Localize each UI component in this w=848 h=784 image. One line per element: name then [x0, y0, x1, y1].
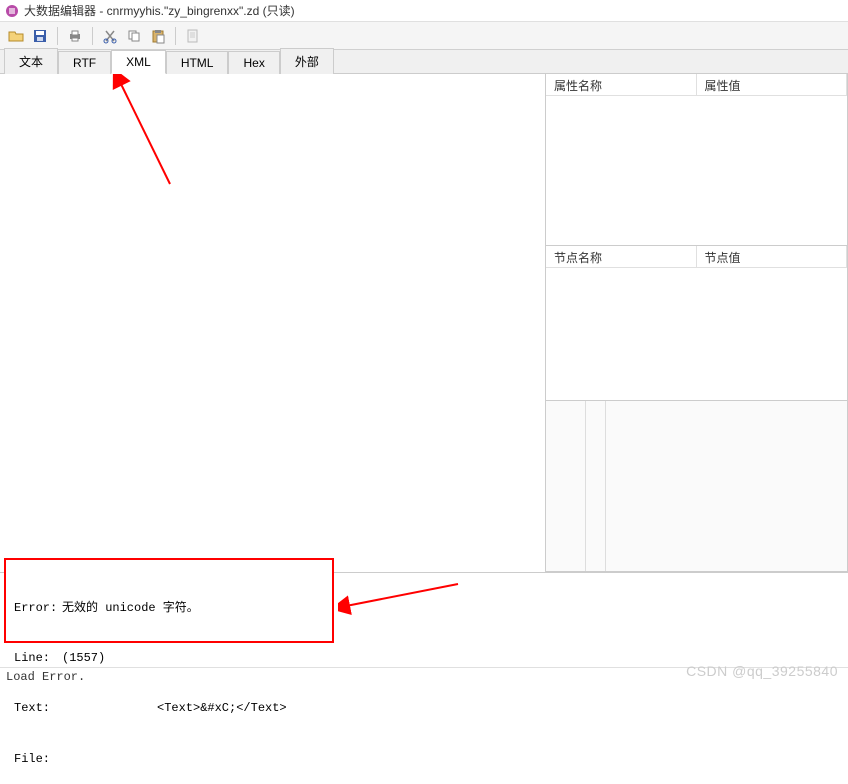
tab-hex[interactable]: Hex — [228, 51, 279, 74]
status-text: Load Error. — [6, 670, 85, 684]
attributes-panel: 属性名称 属性值 — [546, 74, 847, 246]
window-title: 大数据编辑器 - cnrmyyhis."zy_bingrenxx".zd (只读… — [24, 2, 295, 19]
extra-panel — [546, 401, 847, 572]
right-panel: 属性名称 属性值 节点名称 节点值 — [546, 74, 848, 572]
print-button[interactable] — [65, 26, 85, 46]
paste-button[interactable] — [148, 26, 168, 46]
toolbar-separator — [92, 27, 93, 45]
error-line-value: (1557) — [62, 650, 105, 667]
open-button[interactable] — [6, 26, 26, 46]
error-message: 无效的 unicode 字符。 — [62, 600, 199, 617]
toolbar-separator — [57, 27, 58, 45]
error-label: Error: — [14, 600, 62, 617]
nodes-col-name[interactable]: 节点名称 — [546, 246, 697, 267]
attributes-col-name[interactable]: 属性名称 — [546, 74, 697, 95]
watermark: CSDN @qq_39255840 — [686, 663, 838, 679]
app-icon — [4, 3, 20, 19]
error-text-label: Text: — [14, 700, 62, 717]
toolbar — [0, 22, 848, 50]
tab-text[interactable]: 文本 — [4, 48, 58, 74]
tab-xml[interactable]: XML — [111, 50, 166, 74]
attributes-header: 属性名称 属性值 — [546, 74, 847, 96]
nodes-panel: 节点名称 节点值 — [546, 246, 847, 401]
save-button[interactable] — [30, 26, 50, 46]
tab-html[interactable]: HTML — [166, 51, 229, 74]
extra-slot — [546, 401, 586, 571]
nodes-col-value[interactable]: 节点值 — [697, 246, 848, 267]
error-file-label: File: — [14, 751, 62, 768]
main-area: 属性名称 属性值 节点名称 节点值 — [0, 74, 848, 572]
nodes-header: 节点名称 节点值 — [546, 246, 847, 268]
doc-button[interactable] — [183, 26, 203, 46]
xml-content-panel[interactable] — [0, 74, 546, 572]
tabbar: 文本 RTF XML HTML Hex 外部 — [0, 50, 848, 74]
extra-slot — [586, 401, 606, 571]
attributes-col-value[interactable]: 属性值 — [697, 74, 848, 95]
error-text-value: <Text>&#xC;</Text> — [62, 700, 287, 717]
copy-button[interactable] — [124, 26, 144, 46]
titlebar: 大数据编辑器 - cnrmyyhis."zy_bingrenxx".zd (只读… — [0, 0, 848, 22]
error-line-label: Line: — [14, 650, 62, 667]
error-box: Error:无效的 unicode 字符。 Line:(1557) Text:<… — [4, 558, 334, 643]
tab-external[interactable]: 外部 — [280, 48, 334, 74]
arrow-annotation-bottom — [338, 578, 468, 618]
toolbar-separator — [175, 27, 176, 45]
tab-rtf[interactable]: RTF — [58, 51, 111, 74]
cut-button[interactable] — [100, 26, 120, 46]
